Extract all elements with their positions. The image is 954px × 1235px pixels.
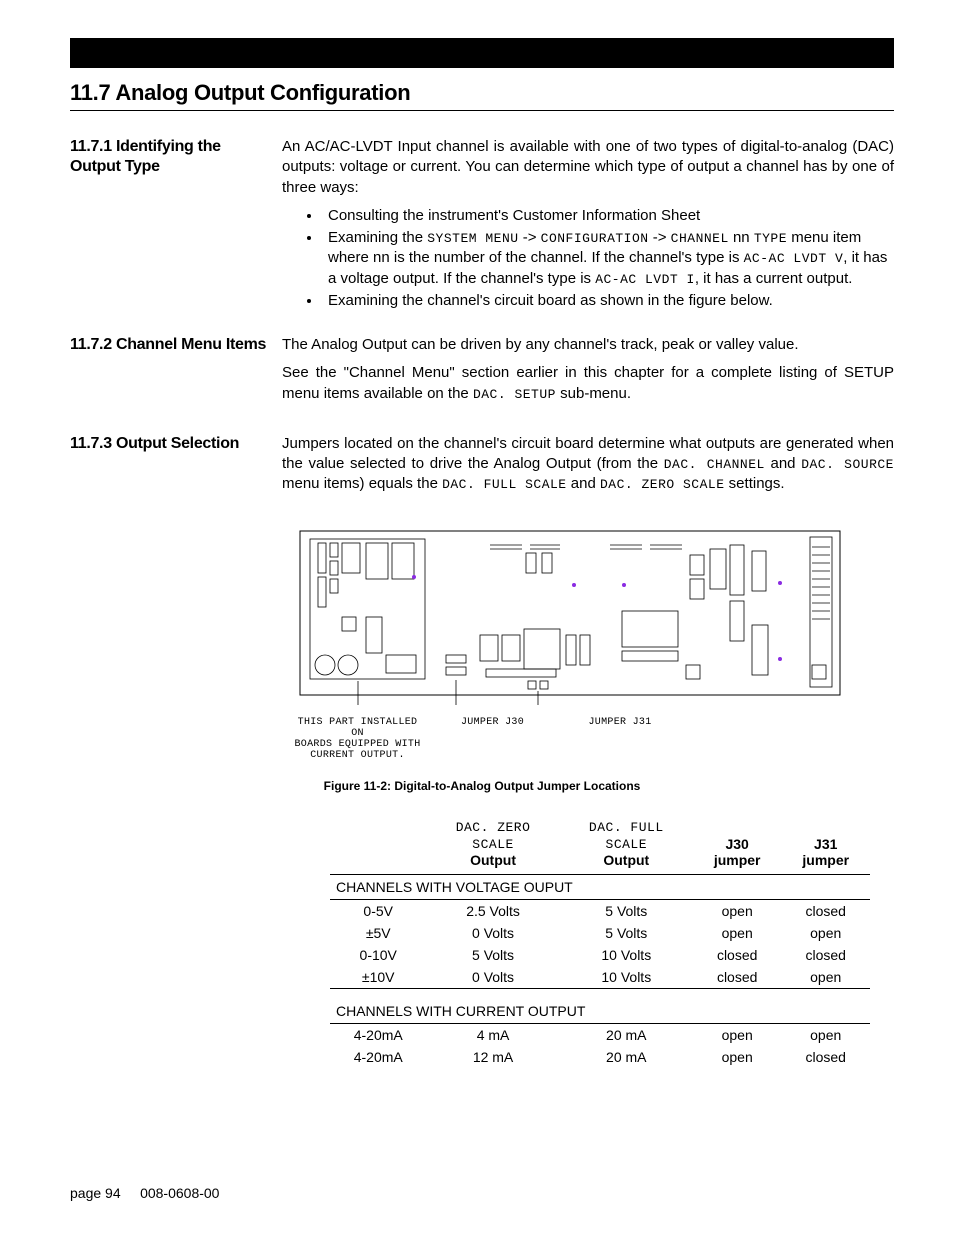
col-header: J31 <box>814 836 837 852</box>
paragraph: See the "Channel Menu" section earlier i… <box>282 363 894 404</box>
cell: 5 Volts <box>560 922 693 944</box>
header-black-bar <box>70 38 894 68</box>
bullet-list: Consulting the instrument's Customer Inf… <box>282 206 894 311</box>
cell: open <box>781 922 870 944</box>
col-header: J30 <box>725 836 748 852</box>
table-row: 4-20mA4 mA20 mAopenopen <box>330 1023 870 1046</box>
col-header: Output <box>470 852 516 868</box>
cell: 10 Volts <box>560 944 693 966</box>
cell: open <box>781 966 870 989</box>
subsection-11-7-2: 11.7.2 Channel Menu Items The Analog Out… <box>70 335 894 412</box>
figure-caption: Figure 11-2: Digital-to-Analog Output Ju… <box>70 779 894 793</box>
install-note: THIS PART INSTALLED ON <box>298 717 418 739</box>
paragraph: An AC/AC-LVDT Input channel is available… <box>282 137 894 198</box>
cell: closed <box>693 966 782 989</box>
bullet: Consulting the instrument's Customer Inf… <box>322 206 894 226</box>
cell: ±5V <box>330 922 426 944</box>
subsection-heading: 11.7.2 Channel Menu Items <box>70 335 270 355</box>
figure-11-2: THIS PART INSTALLED ON BOARDS EQUIPPED W… <box>290 525 850 761</box>
cell: open <box>693 899 782 922</box>
cell: 4 mA <box>426 1023 559 1046</box>
jumper-settings-table: DAC. ZERO SCALE Output DAC. FULL SCALE O… <box>330 815 870 1068</box>
subsection-11-7-1: 11.7.1 Identifying the Output Type An AC… <box>70 137 894 313</box>
cell: 4-20mA <box>330 1046 426 1068</box>
cell: open <box>693 1046 782 1068</box>
cell: 0 Volts <box>426 922 559 944</box>
circuit-board-diagram <box>290 525 850 715</box>
table-section-header: CHANNELS WITH CURRENT OUTPUT <box>330 988 870 1023</box>
bullet: Examining the channel's circuit board as… <box>322 291 894 311</box>
install-note: BOARDS EQUIPPED WITH <box>294 739 420 750</box>
cell: 4-20mA <box>330 1023 426 1046</box>
bullet: Examining the SYSTEM MENU -> CONFIGURATI… <box>322 228 894 289</box>
col-header: jumper <box>802 852 849 868</box>
cell: open <box>693 1023 782 1046</box>
cell: 12 mA <box>426 1046 559 1068</box>
cell: 5 Volts <box>426 944 559 966</box>
cell: closed <box>693 944 782 966</box>
subsection-11-7-3: 11.7.3 Output Selection Jumpers located … <box>70 434 894 503</box>
cell: closed <box>781 944 870 966</box>
subsection-heading: 11.7.1 Identifying the Output Type <box>70 137 270 177</box>
col-header: DAC. ZERO SCALE <box>456 820 531 852</box>
page-number: page 94 <box>70 1185 121 1201</box>
jumper-j30-label: JUMPER J30 <box>425 717 560 761</box>
section-title: 11.7 Analog Output Configuration <box>70 80 894 111</box>
cell: 5 Volts <box>560 899 693 922</box>
table-section-header: CHANNELS WITH VOLTAGE OUPUT <box>330 874 870 899</box>
table-row: 0-10V5 Volts10 Voltsclosedclosed <box>330 944 870 966</box>
cell: 20 mA <box>560 1046 693 1068</box>
doc-number: 008-0608-00 <box>140 1185 219 1201</box>
cell: 20 mA <box>560 1023 693 1046</box>
page: 11.7 Analog Output Configuration 11.7.1 … <box>0 0 954 1235</box>
diagram-labels: THIS PART INSTALLED ON BOARDS EQUIPPED W… <box>290 717 850 761</box>
page-footer: page 94 008-0608-00 <box>70 1185 219 1201</box>
table-row: 4-20mA12 mA20 mAopenclosed <box>330 1046 870 1068</box>
table-row: ±5V0 Volts5 Voltsopenopen <box>330 922 870 944</box>
subsection-heading: 11.7.3 Output Selection <box>70 434 270 454</box>
paragraph: The Analog Output can be driven by any c… <box>282 335 894 355</box>
col-header: jumper <box>714 852 761 868</box>
col-header: DAC. FULL SCALE <box>589 820 664 852</box>
cell: 2.5 Volts <box>426 899 559 922</box>
cell: closed <box>781 1046 870 1068</box>
cell: 0-5V <box>330 899 426 922</box>
table-row: 0-5V2.5 Volts5 Voltsopenclosed <box>330 899 870 922</box>
col-header: Output <box>603 852 649 868</box>
cell: closed <box>781 899 870 922</box>
paragraph: Jumpers located on the channel's circuit… <box>282 434 894 495</box>
install-note: CURRENT OUTPUT. <box>310 750 405 761</box>
table-row: ±10V0 Volts10 Voltsclosedopen <box>330 966 870 989</box>
jumper-j31-label: JUMPER J31 <box>560 717 680 761</box>
cell: 0 Volts <box>426 966 559 989</box>
cell: 10 Volts <box>560 966 693 989</box>
cell: open <box>693 922 782 944</box>
cell: 0-10V <box>330 944 426 966</box>
cell: open <box>781 1023 870 1046</box>
cell: ±10V <box>330 966 426 989</box>
